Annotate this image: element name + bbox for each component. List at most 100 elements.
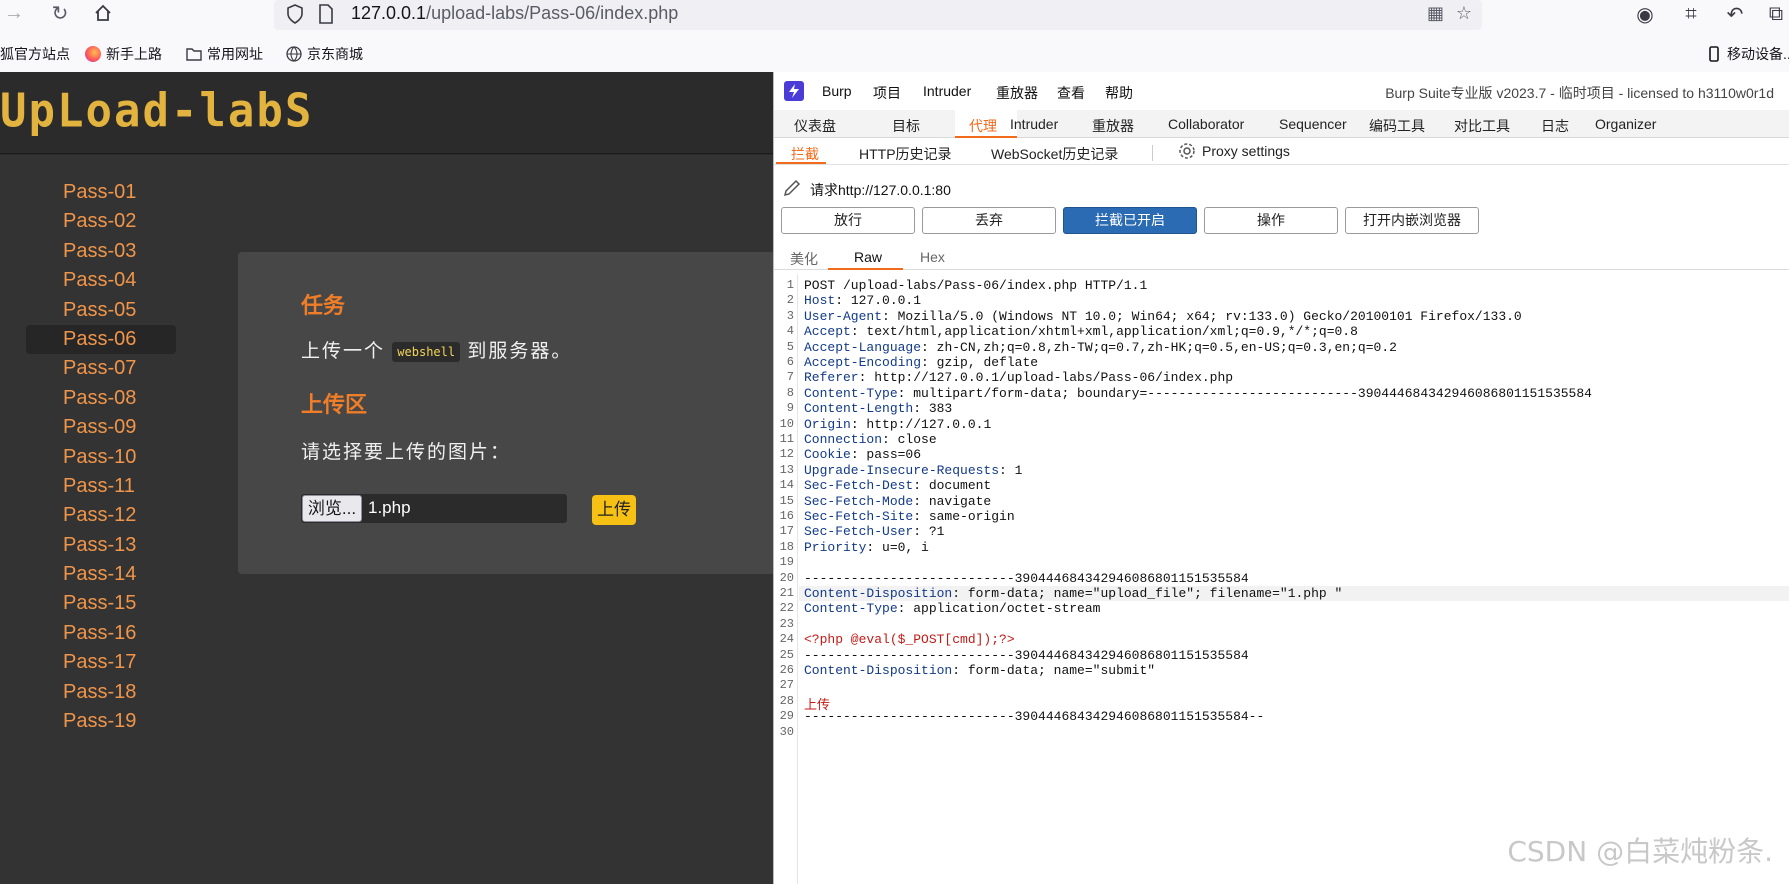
header-name: Content-Disposition xyxy=(804,663,953,678)
pass-link[interactable]: Pass-09 xyxy=(26,413,176,442)
pass-link[interactable]: Pass-17 xyxy=(26,648,176,677)
account-icon[interactable]: ◉ xyxy=(1632,1,1658,27)
address-bar[interactable]: 127.0.0.1/upload-labs/Pass-06/index.php … xyxy=(274,0,1482,30)
forward-button[interactable]: 放行 xyxy=(781,207,915,234)
bookmark-item[interactable]: 新手上路 xyxy=(85,44,162,64)
pass-link[interactable]: Pass-19 xyxy=(26,707,176,736)
upload-button[interactable]: 上传 xyxy=(592,495,636,525)
pass-link[interactable]: Pass-18 xyxy=(26,678,176,707)
main-tab[interactable]: 目标 xyxy=(892,116,920,136)
reload-icon[interactable]: ↻ xyxy=(48,0,72,26)
main-tab[interactable]: Collaborator xyxy=(1168,116,1244,132)
menu-help[interactable]: 帮助 xyxy=(1105,83,1133,103)
extensions-icon[interactable]: ⧉ xyxy=(1763,1,1789,27)
proxy-settings-label: Proxy settings xyxy=(1202,143,1290,159)
main-tab[interactable]: 仪表盘 xyxy=(794,116,836,136)
mobile-bookmarks[interactable]: 移动设备... xyxy=(1706,44,1789,64)
code-line: Accept-Encoding: gzip, deflate xyxy=(804,355,1039,370)
main-tab[interactable]: 日志 xyxy=(1541,116,1569,136)
lab-logo[interactable]: UpLoad-labS xyxy=(0,85,313,139)
subtab-underline xyxy=(776,162,826,164)
tab-pretty[interactable]: 美化 xyxy=(790,249,818,269)
menu-view[interactable]: 查看 xyxy=(1057,83,1085,103)
open-browser-button[interactable]: 打开内嵌浏览器 xyxy=(1345,207,1479,234)
main-tab[interactable]: 代理 xyxy=(969,116,997,136)
pass-link[interactable]: Pass-11 xyxy=(26,472,176,501)
pass-link[interactable]: Pass-03 xyxy=(26,237,176,266)
line-number: 25 xyxy=(779,647,794,662)
menu-burp[interactable]: Burp xyxy=(822,83,852,99)
pass-link[interactable]: Pass-04 xyxy=(26,266,176,295)
tab-intercept[interactable]: 拦截 xyxy=(791,144,819,164)
pass-link[interactable]: Pass-14 xyxy=(26,560,176,589)
pass-link[interactable]: Pass-15 xyxy=(26,589,176,618)
menu-project[interactable]: 项目 xyxy=(873,83,901,103)
main-tab[interactable]: 重放器 xyxy=(1092,116,1134,136)
qr-code-icon[interactable]: ▦ xyxy=(1427,3,1444,24)
forward-icon[interactable]: → xyxy=(2,0,26,26)
pass-link[interactable]: Pass-10 xyxy=(26,443,176,472)
intercept-toggle-button[interactable]: 拦截已开启 xyxy=(1063,207,1197,234)
header-name: Priority xyxy=(804,539,867,555)
line-number: 13 xyxy=(779,462,794,477)
main-tab[interactable]: Sequencer xyxy=(1279,116,1347,132)
line-number: 21 xyxy=(779,586,794,600)
upload-heading: 上传区 xyxy=(301,392,368,417)
code-line: Content-Type: multipart/form-data; bound… xyxy=(804,385,1592,401)
browse-button[interactable]: 浏览... xyxy=(302,495,362,522)
bookmark-item[interactable]: 京东商城 xyxy=(286,44,363,64)
bookmark-item[interactable]: 狐官方站点 xyxy=(0,44,70,64)
pass-link[interactable]: Pass-07 xyxy=(26,354,176,383)
main-tab[interactable]: 对比工具 xyxy=(1454,116,1510,136)
header-value: same-origin xyxy=(928,509,1015,524)
main-tab[interactable]: Intruder xyxy=(1010,116,1058,132)
pass-link[interactable]: Pass-06 xyxy=(26,324,176,355)
header-name: Accept xyxy=(804,324,851,340)
pass-link[interactable]: Pass-08 xyxy=(26,384,176,413)
pass-link[interactable]: Pass-16 xyxy=(26,619,176,648)
pass-link[interactable]: Pass-01 xyxy=(26,178,176,207)
watermark: CSDN @白菜炖粉条. xyxy=(1507,835,1773,868)
header-value: form-data; name="upload_file"; filename=… xyxy=(967,586,1343,601)
tab-websocket-history[interactable]: WebSocket历史记录 xyxy=(991,144,1118,164)
task-code: webshell xyxy=(392,341,461,362)
main-tab[interactable]: 编码工具 xyxy=(1369,116,1425,136)
proxy-subtabs: 拦截 HTTP历史记录 WebSocket历史记录 Proxy settings xyxy=(774,139,1789,165)
main-tab[interactable]: Organizer xyxy=(1595,116,1656,132)
menu-repeater[interactable]: 重放器 xyxy=(996,83,1038,103)
tab-http-history[interactable]: HTTP历史记录 xyxy=(859,144,952,164)
header-value: gzip, deflate xyxy=(936,355,1039,370)
bookmark-star-icon[interactable]: ☆ xyxy=(1456,3,1472,24)
pass-link[interactable]: Pass-12 xyxy=(26,501,176,530)
code-line: Upgrade-Insecure-Requests: 1 xyxy=(804,462,1023,478)
proxy-settings-button[interactable]: Proxy settings xyxy=(1178,142,1290,160)
menu-intruder[interactable]: Intruder xyxy=(923,83,971,99)
header-value: zh-CN,zh;q=0.8,zh-TW;q=0.7,zh-HK;q=0.5,e… xyxy=(936,339,1397,355)
tab-raw[interactable]: Raw xyxy=(854,249,882,265)
drop-button[interactable]: 丢弃 xyxy=(922,207,1056,234)
shield-icon[interactable] xyxy=(286,4,304,24)
line-number: 12 xyxy=(779,447,794,462)
request-editor[interactable]: 1 2 3 4 5 6 7 8 9 10 11 12 13 14 15 16 17 18 19 20 21 22 23 24 2… xyxy=(774,274,1789,884)
header-name: Sec-Fetch-Mode xyxy=(804,493,914,509)
line-number: 28 xyxy=(779,693,794,708)
header-value: document xyxy=(928,478,992,494)
file-input[interactable]: 浏览... 1.php xyxy=(301,494,567,523)
header-value: u=0, i xyxy=(882,539,929,555)
pass-link[interactable]: Pass-02 xyxy=(26,207,176,236)
task-text-before: 上传一个 xyxy=(301,341,386,362)
bookmark-item[interactable]: 常用网址 xyxy=(186,44,263,64)
home-icon[interactable] xyxy=(91,0,115,26)
header-name: Content-Disposition xyxy=(804,586,953,601)
header-name: Upgrade-Insecure-Requests xyxy=(804,462,1000,478)
crop-icon[interactable]: ⌗ xyxy=(1678,1,1704,27)
pass-link[interactable]: Pass-05 xyxy=(26,296,176,325)
line-number: 9 xyxy=(786,401,794,416)
pass-link[interactable]: Pass-13 xyxy=(26,531,176,560)
line-number: 6 xyxy=(786,355,794,369)
header-value: http://127.0.0.1/upload-labs/Pass-06/ind… xyxy=(874,370,1234,386)
tab-hex[interactable]: Hex xyxy=(920,249,945,265)
undo-icon[interactable]: ↶ xyxy=(1722,1,1748,27)
header-name: Content-Length xyxy=(804,401,914,417)
action-button[interactable]: 操作 xyxy=(1204,207,1338,234)
